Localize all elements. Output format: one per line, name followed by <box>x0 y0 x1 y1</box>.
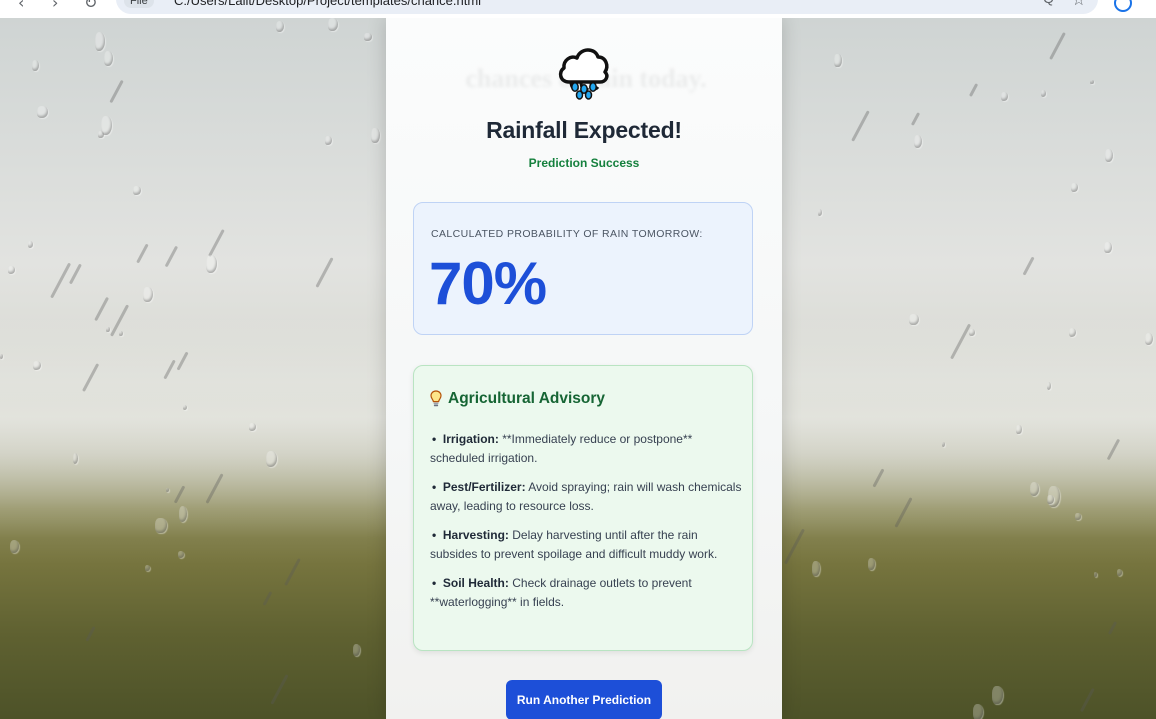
rain-streak <box>109 79 124 104</box>
raindrop <box>119 330 123 336</box>
raindrop <box>972 704 983 719</box>
raindrop <box>144 565 150 572</box>
raindrop <box>1116 569 1122 576</box>
rain-streak <box>910 112 920 127</box>
raindrop <box>9 539 20 554</box>
rain-streak <box>270 673 289 705</box>
raindrop <box>1000 91 1008 101</box>
raindrop <box>969 329 975 336</box>
agricultural-advisory-panel: Agricultural Advisory • Irrigation: **Im… <box>413 365 753 651</box>
advisory-item-label: Harvesting: <box>442 528 509 542</box>
rain-streak <box>85 626 96 642</box>
rain-streak <box>164 245 179 267</box>
result-title: Rainfall Expected! <box>486 117 682 143</box>
raindrop <box>8 266 16 275</box>
raindrop <box>992 686 1004 705</box>
raindrop <box>908 313 919 326</box>
browser-toolbar: ‹ › ↻ File C:/Users/Lalit/Desktop/Projec… <box>0 0 1156 18</box>
rain-streak <box>49 262 71 299</box>
rain-streak <box>968 82 979 98</box>
raindrop <box>143 287 153 302</box>
probability-label: CALCULATED PROBABILITY OF RAIN TOMORROW: <box>431 228 703 240</box>
advisory-header: Agricultural Advisory <box>430 390 605 408</box>
prediction-status: Prediction Success <box>528 156 640 170</box>
raindrop <box>914 135 923 149</box>
raindrop <box>27 241 33 249</box>
rain-streak <box>851 110 870 142</box>
bullet-mark: • <box>432 528 437 542</box>
advisory-list: • Irrigation: **Immediately reduce or po… <box>430 430 742 622</box>
raindrop <box>328 18 338 31</box>
address-bar[interactable]: File C:/Users/Lalit/Desktop/Project/temp… <box>116 0 1098 14</box>
raindrop <box>31 59 39 71</box>
rain-streak <box>69 263 82 285</box>
raindrop <box>370 127 380 143</box>
zoom-icon[interactable]: Q <box>1043 0 1054 6</box>
raindrop <box>177 551 184 559</box>
raindrop <box>867 557 875 571</box>
advisory-item-irrigation: • Irrigation: **Immediately reduce or po… <box>430 430 742 468</box>
raindrop <box>1104 148 1113 162</box>
raindrop <box>1068 328 1076 337</box>
raindrop <box>1104 242 1112 254</box>
raindrop <box>818 208 823 216</box>
advisory-title: Agricultural Advisory <box>448 390 606 407</box>
raindrop <box>275 20 285 32</box>
run-another-prediction-button[interactable]: Run Another Prediction <box>506 680 662 719</box>
rain-streak <box>1107 621 1117 636</box>
rain-streak <box>208 228 226 257</box>
forward-icon[interactable]: › <box>52 0 58 12</box>
rain-streak <box>314 257 334 288</box>
rain-streak <box>262 591 273 606</box>
raindrop <box>104 50 114 66</box>
bullet-mark: • <box>432 576 437 590</box>
raindrop <box>1015 424 1022 435</box>
result-card: chances of rain today. Rainfall Expected… <box>386 18 782 719</box>
raindrop <box>206 255 218 273</box>
rain-streak <box>283 558 301 587</box>
raindrop <box>1090 79 1094 85</box>
lightbulb-icon <box>430 390 442 407</box>
raindrop <box>1040 90 1046 98</box>
raindrop <box>812 561 821 577</box>
probability-value: 70% <box>429 250 547 317</box>
back-icon[interactable]: ‹ <box>18 0 24 12</box>
raindrop <box>133 186 142 196</box>
advisory-item-label: Pest/Fertilizer: <box>442 480 526 494</box>
raindrop <box>353 644 360 656</box>
site-info-chip[interactable]: File <box>124 0 154 8</box>
raindrop <box>1070 182 1078 192</box>
bookmark-star-icon[interactable]: ☆ <box>1072 0 1086 9</box>
raindrop <box>1075 512 1081 521</box>
raindrop <box>834 53 842 68</box>
raindrop <box>941 441 945 447</box>
raindrop <box>105 326 110 333</box>
profile-icon[interactable] <box>1114 0 1132 12</box>
raindrop <box>94 32 106 52</box>
bullet-mark: • <box>432 432 437 446</box>
rain-cloud-icon <box>558 48 609 100</box>
rain-streak <box>136 243 149 263</box>
raindrop <box>154 517 167 533</box>
raindrop <box>36 105 48 118</box>
bullet-mark: • <box>432 480 437 494</box>
raindrop <box>100 115 112 135</box>
advisory-item-pest-fertilizer: • Pest/Fertilizer: Avoid spraying; rain … <box>430 478 742 516</box>
raindrop <box>364 32 372 42</box>
raindrop <box>1093 571 1098 577</box>
rain-streak <box>1049 32 1067 61</box>
url-text[interactable]: C:/Users/Lalit/Desktop/Project/templates… <box>174 0 481 8</box>
advisory-item-label: Soil Health: <box>442 576 509 590</box>
rain-streak <box>1022 256 1035 276</box>
raindrop <box>324 135 332 145</box>
reload-icon[interactable]: ↻ <box>84 0 97 12</box>
probability-panel: CALCULATED PROBABILITY OF RAIN TOMORROW:… <box>413 202 753 335</box>
advisory-item-harvesting: • Harvesting: Delay harvesting until aft… <box>430 526 742 564</box>
advisory-item-soil-health: • Soil Health: Check drainage outlets to… <box>430 574 742 612</box>
advisory-item-label: Irrigation: <box>442 432 499 446</box>
rain-streak <box>1079 688 1095 712</box>
